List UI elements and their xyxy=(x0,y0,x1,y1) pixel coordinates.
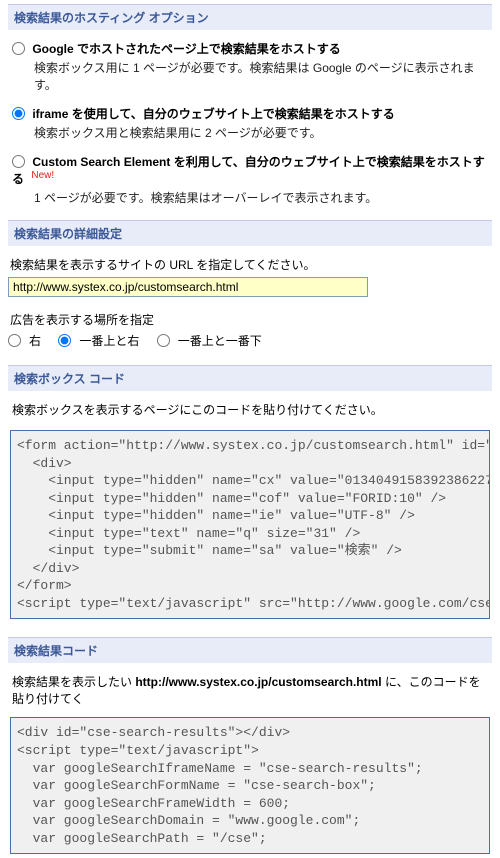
ad-option-right-label[interactable]: 右 xyxy=(29,334,41,348)
new-badge: New! xyxy=(31,170,54,181)
url-label: 検索結果を表示するサイトの URL を指定してください。 xyxy=(10,256,492,273)
ad-location-label: 広告を表示する場所を指定 xyxy=(10,311,492,328)
hosting-option-google-desc: 検索ボックス用に 1 ページが必要です。検索結果は Google のページに表示… xyxy=(34,59,488,93)
results-code-box[interactable]: <div id="cse-search-results"></div> <scr… xyxy=(10,717,490,854)
ad-location-group: 右 一番上と右 一番上と一番下 xyxy=(8,332,492,349)
hosting-option-iframe-desc: 検索ボックス用と検索結果用に 2 ページが必要です。 xyxy=(34,124,488,141)
results-desc-url: http://www.systex.co.jp/customsearch.htm… xyxy=(135,675,381,689)
hosting-option-google-label[interactable]: Google でホストされたページ上で検索結果をホストする xyxy=(32,42,340,56)
results-desc-pre: 検索結果を表示したい xyxy=(12,675,135,689)
searchbox-code-desc: 検索ボックスを表示するページにこのコードを貼り付けてください。 xyxy=(12,401,488,418)
hosting-option-cse-radio[interactable] xyxy=(12,155,25,168)
results-code-header: 検索結果コード xyxy=(8,637,492,663)
ad-option-top-bottom-label[interactable]: 一番上と一番下 xyxy=(178,334,262,348)
results-code-desc: 検索結果を表示したい http://www.systex.co.jp/custo… xyxy=(12,673,488,707)
hosting-option-cse-desc: 1 ページが必要です。検索結果はオーバーレイで表示されます。 xyxy=(34,189,488,206)
ad-option-top-bottom-radio[interactable] xyxy=(157,334,170,347)
hosting-options-header: 検索結果のホスティング オプション xyxy=(8,4,492,30)
hosting-option-cse-label[interactable]: Custom Search Element を利用して、自分のウェブサイト上で検… xyxy=(12,155,485,186)
ad-option-top-right-label[interactable]: 一番上と右 xyxy=(79,334,139,348)
searchbox-code-box[interactable]: <form action="http://www.systex.co.jp/cu… xyxy=(10,430,490,619)
hosting-options-group: Google でホストされたページ上で検索結果をホストする 検索ボックス用に 1… xyxy=(12,40,488,206)
hosting-option-google-radio[interactable] xyxy=(12,42,25,55)
hosting-option-iframe-radio[interactable] xyxy=(12,107,25,120)
results-url-input[interactable] xyxy=(8,277,368,297)
hosting-option-iframe-label[interactable]: iframe を使用して、自分のウェブサイト上で検索結果をホストする xyxy=(32,107,394,121)
detail-settings-header: 検索結果の詳細設定 xyxy=(8,220,492,246)
ad-option-top-right-radio[interactable] xyxy=(58,334,71,347)
ad-option-right-radio[interactable] xyxy=(8,334,21,347)
searchbox-code-header: 検索ボックス コード xyxy=(8,365,492,391)
